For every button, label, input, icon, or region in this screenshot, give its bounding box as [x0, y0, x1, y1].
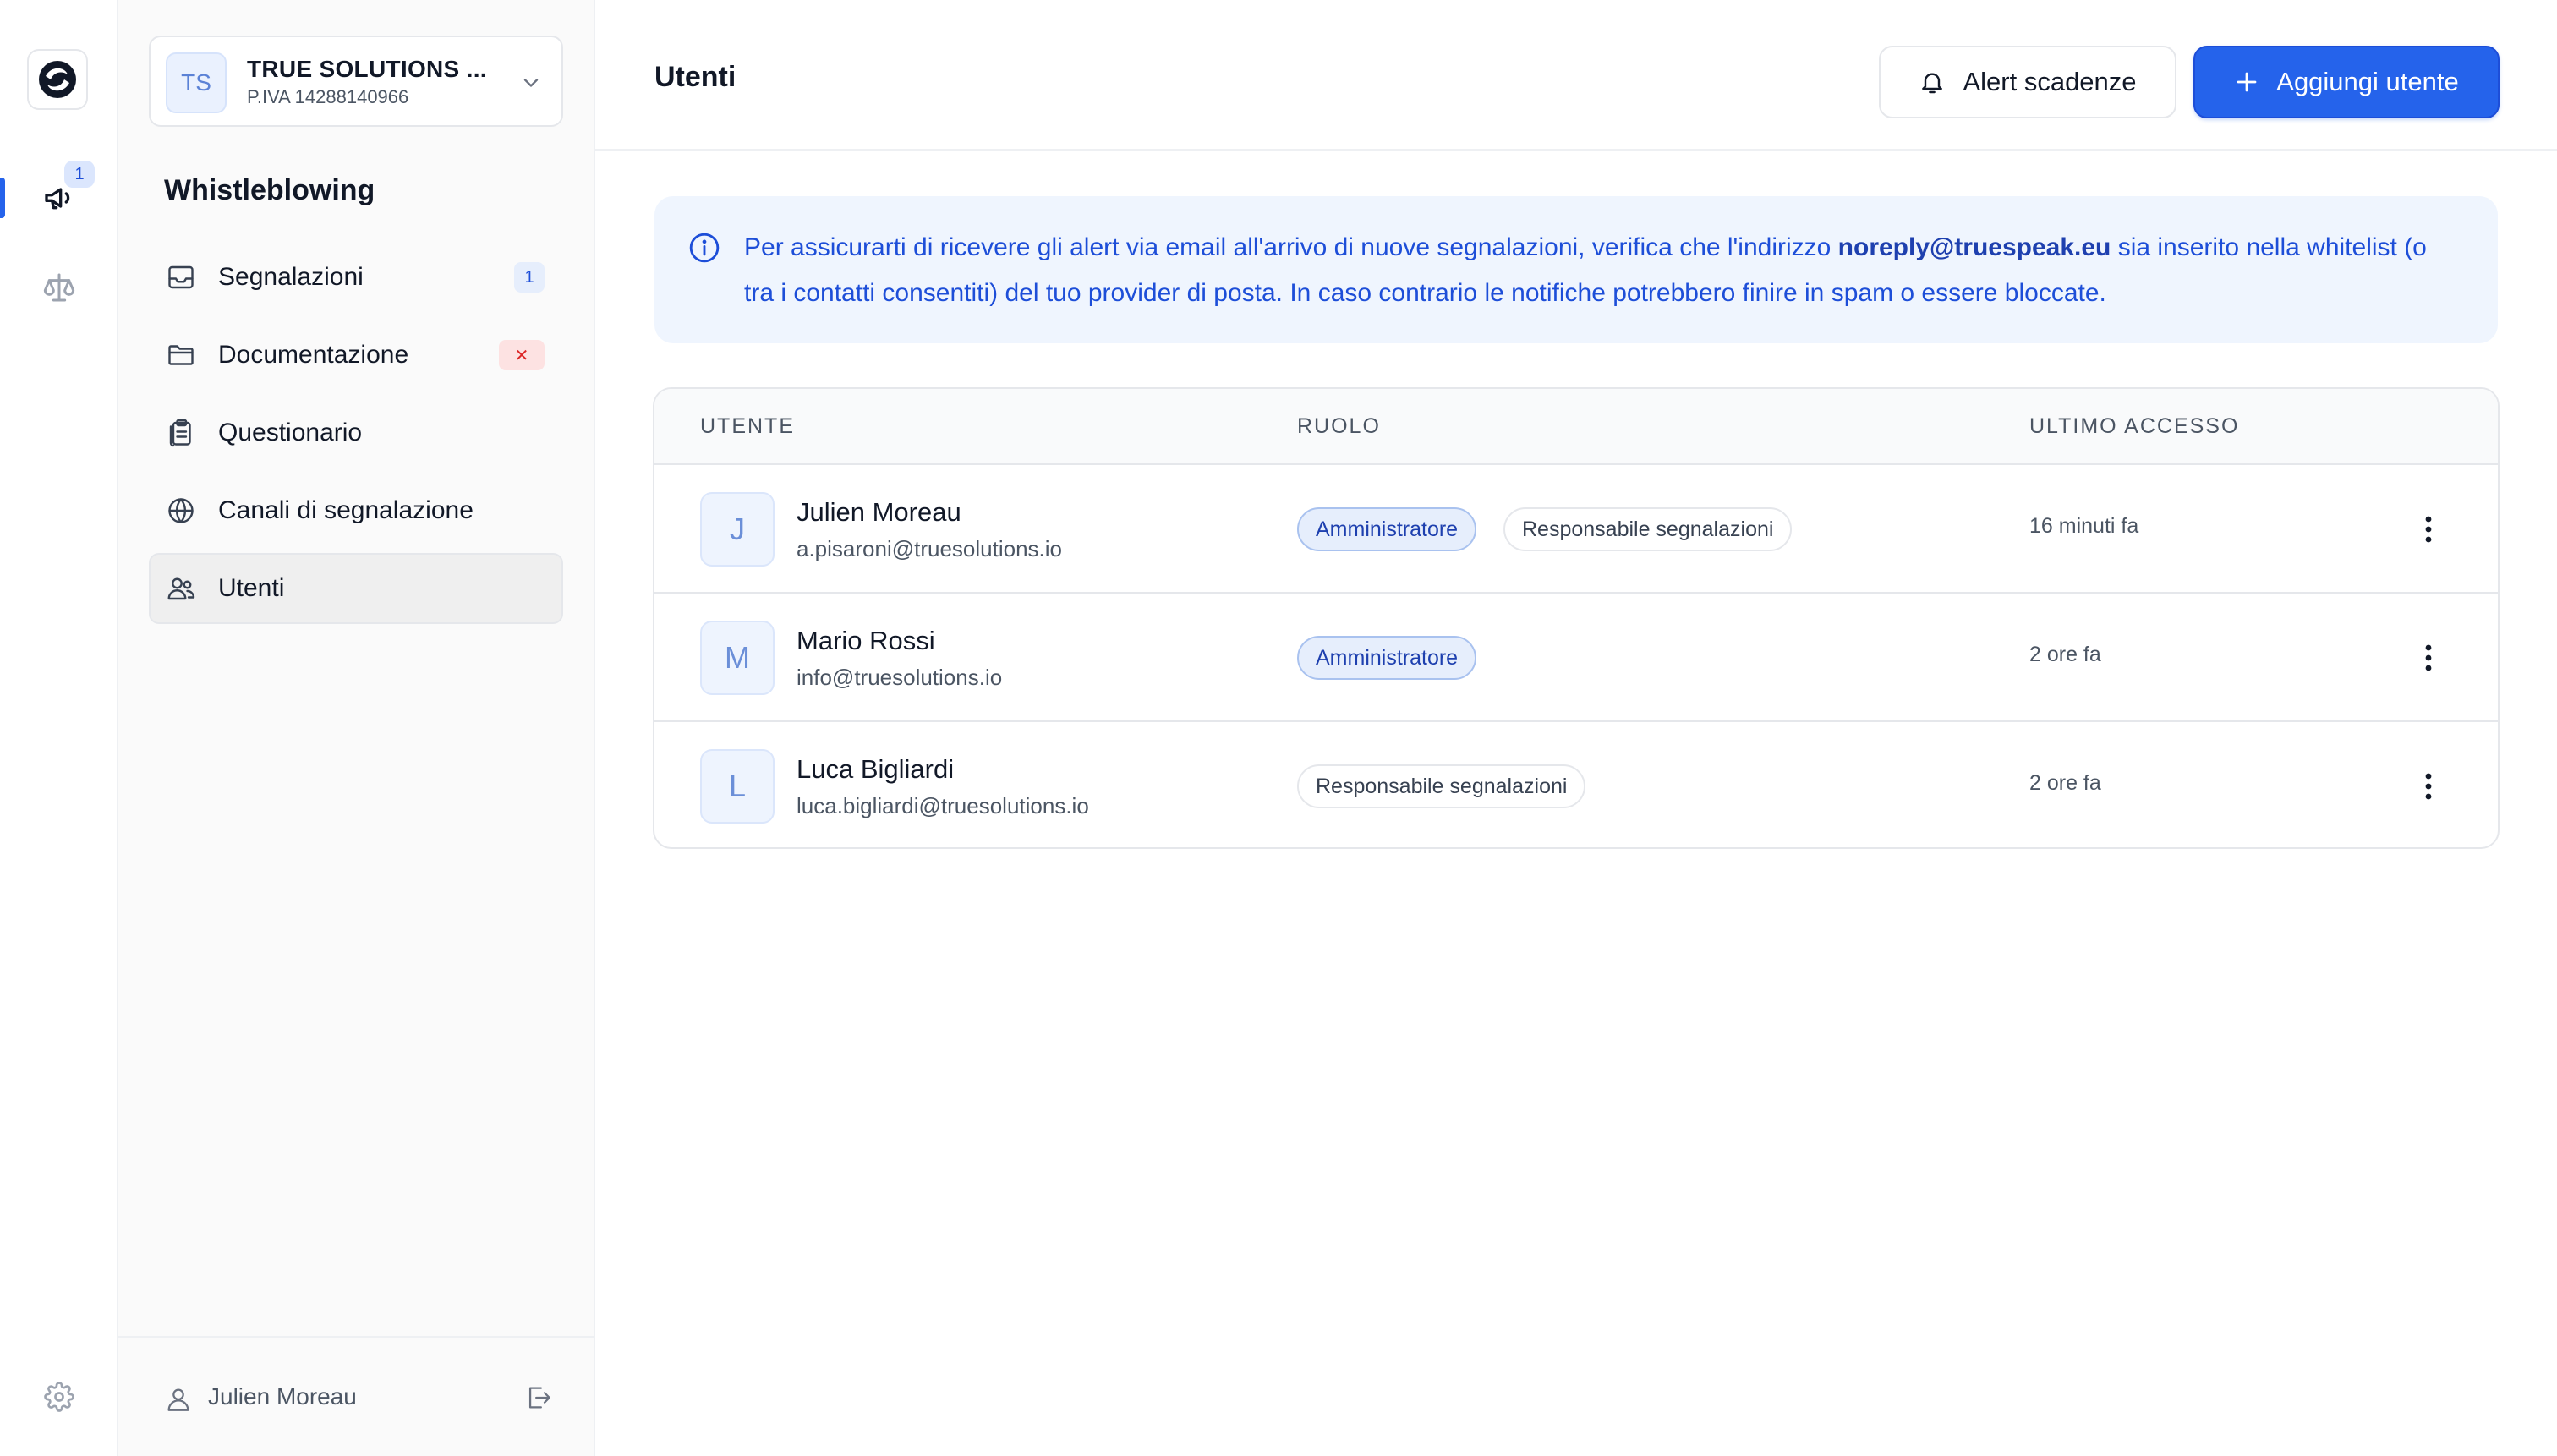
alert-scadenze-label: Alert scadenze — [1963, 67, 2137, 96]
role-badge: Amministratore — [1297, 636, 1477, 680]
organization-name: TRUE SOLUTIONS ... — [247, 56, 487, 82]
role-badge: Amministratore — [1297, 507, 1477, 551]
bell-icon — [1922, 73, 1943, 94]
count-badge: 1 — [514, 262, 545, 293]
info-banner-text: Per assicurarti di ricevere gli alert vi… — [744, 225, 2461, 316]
settings-button[interactable] — [0, 1366, 118, 1427]
user-email: a.pisaroni@truesolutions.io — [797, 536, 1063, 561]
rail-notification-badge: 1 — [64, 161, 95, 188]
rail-item-whistleblowing[interactable]: 1 — [0, 161, 118, 228]
info-icon — [689, 233, 720, 263]
error-badge: ✕ — [499, 340, 545, 370]
sidebar-item-label: Questionario — [218, 419, 363, 446]
icon-rail: 1 — [0, 0, 118, 1456]
inbox-icon — [168, 265, 194, 289]
table-row[interactable]: L Luca Bigliardi luca.bigliardi@truesolu… — [654, 722, 2498, 847]
whitelist-email: noreply@truespeak.eu — [1837, 233, 2111, 261]
user-name: Julien Moreau — [797, 497, 961, 527]
add-user-button[interactable]: Aggiungi utente — [2193, 46, 2500, 118]
page-header: Utenti Alert scadenze Aggiungi utente — [595, 0, 2557, 151]
row-actions-button[interactable] — [2412, 639, 2445, 676]
more-vertical-icon — [2425, 644, 2432, 671]
more-vertical-icon — [2425, 516, 2432, 543]
sidebar-item-label: Utenti — [218, 574, 285, 602]
column-header-ruolo: RUOLO — [1297, 414, 1381, 438]
last-access: 16 minuti fa — [2029, 514, 2139, 538]
current-user-name: Julien Moreau — [208, 1383, 357, 1409]
role-badge: Responsabile segnalazioni — [1503, 507, 1793, 551]
chevron-down-icon — [523, 79, 539, 87]
table-row[interactable]: M Mario Rossi info@truesolutions.io Ammi… — [654, 594, 2498, 722]
avatar: J — [700, 492, 775, 567]
row-actions-button[interactable] — [2412, 511, 2445, 548]
user-name: Luca Bigliardi — [797, 754, 955, 784]
table-row[interactable]: J Julien Moreau a.pisaroni@truesolutions… — [654, 465, 2498, 594]
organization-switcher[interactable]: TS TRUE SOLUTIONS ... P.IVA 14288140966 — [149, 36, 563, 127]
table-header: UTENTE RUOLO ULTIMO ACCESSO — [654, 389, 2498, 465]
rail-item-compliance[interactable] — [0, 257, 118, 318]
scale-icon — [43, 273, 75, 302]
folder-icon — [168, 345, 194, 365]
user-icon — [167, 1388, 189, 1411]
sidebar-item-canali[interactable]: Canali di segnalazione — [149, 475, 563, 546]
sidebar-footer: Julien Moreau — [118, 1336, 594, 1456]
clipboard-icon — [169, 419, 191, 447]
section-title: Whistleblowing — [164, 174, 375, 206]
sidebar-item-segnalazioni[interactable]: Segnalazioni 1 — [149, 242, 563, 313]
add-user-label: Aggiungi utente — [2276, 67, 2459, 96]
user-name: Mario Rossi — [797, 626, 935, 655]
logo-icon — [39, 61, 76, 98]
sidebar-item-label: Canali di segnalazione — [218, 496, 474, 524]
organization-vat: P.IVA 14288140966 — [247, 86, 409, 107]
sidebar-item-label: Documentazione — [218, 341, 409, 369]
users-table: UTENTE RUOLO ULTIMO ACCESSO J Julien Mor… — [653, 387, 2500, 849]
last-access: 2 ore fa — [2029, 643, 2101, 666]
sidebar: TS TRUE SOLUTIONS ... P.IVA 14288140966 … — [118, 0, 595, 1456]
organization-avatar: TS — [166, 52, 227, 113]
row-actions-button[interactable] — [2412, 768, 2445, 805]
gear-icon — [44, 1382, 74, 1412]
sidebar-item-documentazione[interactable]: Documentazione ✕ — [149, 320, 563, 391]
user-email: info@truesolutions.io — [797, 665, 1003, 690]
app-logo[interactable] — [27, 49, 88, 110]
column-header-ultimo-accesso: ULTIMO ACCESSO — [2029, 414, 2240, 438]
banner-text-before: Per assicurarti di ricevere gli alert vi… — [744, 233, 1838, 261]
globe-icon — [168, 498, 194, 523]
users-icon — [167, 577, 195, 600]
info-banner: Per assicurarti di ricevere gli alert vi… — [654, 196, 2498, 343]
plus-icon — [2237, 72, 2257, 92]
role-badge: Responsabile segnalazioni — [1297, 764, 1586, 808]
sidebar-item-label: Segnalazioni — [218, 263, 364, 291]
logout-icon[interactable] — [524, 1383, 553, 1412]
page-title: Utenti — [654, 61, 736, 93]
avatar: M — [700, 621, 775, 695]
sidebar-item-questionario[interactable]: Questionario — [149, 397, 563, 468]
avatar: L — [700, 749, 775, 824]
sidebar-item-utenti[interactable]: Utenti — [149, 553, 563, 624]
more-vertical-icon — [2425, 773, 2432, 800]
last-access: 2 ore fa — [2029, 771, 2101, 795]
user-email: luca.bigliardi@truesolutions.io — [797, 793, 1089, 818]
alert-scadenze-button[interactable]: Alert scadenze — [1879, 46, 2176, 118]
column-header-utente: UTENTE — [700, 414, 795, 438]
